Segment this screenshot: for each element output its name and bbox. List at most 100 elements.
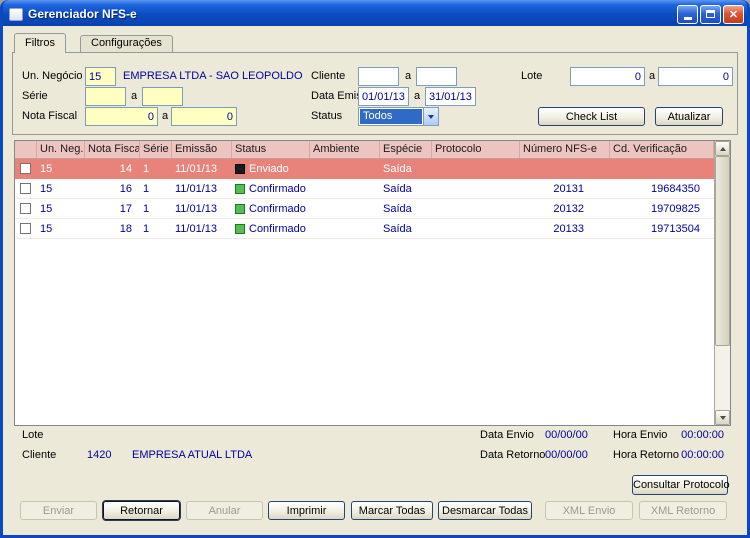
status-selected-value: Todos <box>360 109 422 124</box>
cell-nota-fiscal: 14 <box>119 162 132 175</box>
data-emissao-from-input[interactable] <box>358 87 409 106</box>
nota-fiscal-from-input[interactable] <box>85 107 158 126</box>
col-numero-nfse[interactable]: Número NFS-e <box>520 141 610 158</box>
scrollbar-thumb[interactable] <box>715 156 730 346</box>
data-retorno-label: Data Retorno <box>480 449 546 461</box>
tab-filtros[interactable]: Filtros <box>14 33 66 53</box>
vertical-scrollbar[interactable] <box>714 141 730 425</box>
scroll-up-button[interactable] <box>715 141 730 156</box>
minimize-icon <box>683 17 692 20</box>
table-row[interactable]: 15 18 1 11/01/13 Confirmado Saída 20133 … <box>15 219 714 239</box>
nota-fiscal-label: Nota Fiscal <box>22 110 78 122</box>
cell-especie: Saída <box>383 202 412 215</box>
cell-ambiente <box>310 179 380 198</box>
data-envio-label: Data Envio <box>480 429 534 441</box>
col-emissao[interactable]: Emissão <box>172 141 232 158</box>
lote-from-input[interactable] <box>570 67 645 86</box>
row-checkbox[interactable] <box>20 223 31 234</box>
check-list-button[interactable]: Check List <box>538 107 645 126</box>
range-separator: a <box>131 90 138 102</box>
serie-to-input[interactable] <box>142 87 183 106</box>
cliente-to-input[interactable] <box>416 67 457 86</box>
row-checkbox[interactable] <box>20 203 31 214</box>
col-cd-verificacao[interactable]: Cd. Verificação <box>610 141 714 158</box>
status-text: Confirmado <box>249 202 306 215</box>
hora-envio-value: 00:00:00 <box>681 429 724 441</box>
lote-detail-label: Lote <box>22 429 44 441</box>
row-checkbox[interactable] <box>20 163 31 174</box>
un-negocio-input[interactable] <box>85 67 116 86</box>
status-confirmado-icon <box>235 183 245 194</box>
table-row[interactable]: 15 16 1 11/01/13 Confirmado Saída 20131 … <box>15 179 714 199</box>
cell-checkbox <box>15 219 37 238</box>
cliente-name: EMPRESA ATUAL LTDA <box>132 449 253 461</box>
col-especie[interactable]: Espécie <box>380 141 432 158</box>
cell-protocolo <box>432 199 520 218</box>
data-retorno-value: 00/00/00 <box>545 449 588 461</box>
status-select[interactable]: Todos <box>358 107 439 126</box>
status-confirmado-icon <box>235 223 245 234</box>
lote-to-input[interactable] <box>658 67 733 86</box>
grid-empty-area <box>15 239 714 425</box>
table-row[interactable]: 15 14 1 11/01/13 Enviado Saída <box>15 159 714 179</box>
tab-configuracoes[interactable]: Configurações <box>80 35 173 52</box>
cliente-code: 1420 <box>87 449 112 461</box>
anular-button[interactable]: Anular <box>186 501 263 520</box>
un-negocio-label: Un. Negócio <box>22 70 83 82</box>
range-separator: a <box>405 70 412 82</box>
details-section: Lote Cliente 1420 EMPRESA ATUAL LTDA Dat… <box>12 428 740 472</box>
col-checkbox[interactable] <box>15 141 37 158</box>
titlebar: Gerenciador NFS-e ✕ <box>3 0 747 26</box>
cell-un-neg: 15 <box>40 202 53 215</box>
cell-especie: Saída <box>383 162 412 175</box>
cell-status: Enviado <box>232 159 310 178</box>
serie-from-input[interactable] <box>85 87 126 106</box>
table-row[interactable]: 15 17 1 11/01/13 Confirmado Saída 20132 … <box>15 199 714 219</box>
cell-serie: 1 <box>143 182 150 195</box>
arrow-down-icon <box>719 415 726 423</box>
col-status[interactable]: Status <box>232 141 310 158</box>
cell-checkbox <box>15 179 37 198</box>
desmarcar-todas-button[interactable]: Desmarcar Todas <box>438 501 532 520</box>
maximize-button[interactable] <box>700 4 721 24</box>
cell-nota-fiscal: 17 <box>119 202 132 215</box>
cell-protocolo <box>432 179 520 198</box>
minimize-button[interactable] <box>677 4 698 24</box>
col-ambiente[interactable]: Ambiente <box>310 141 380 158</box>
cell-numero-nfse: 20133 <box>553 222 584 235</box>
cell-cd-verificacao: 19684350 <box>651 182 700 195</box>
filter-panel: Un. Negócio EMPRESA LTDA - SAO LEOPOLDO … <box>12 52 738 135</box>
range-separator: a <box>414 90 421 102</box>
nota-fiscal-to-input[interactable] <box>171 107 237 126</box>
data-emissao-to-input[interactable] <box>425 87 476 106</box>
row-checkbox[interactable] <box>20 183 31 194</box>
atualizar-button[interactable]: Atualizar <box>655 107 723 126</box>
status-label: Status <box>311 110 343 122</box>
marcar-todas-button[interactable]: Marcar Todas <box>351 501 433 520</box>
cell-ambiente <box>310 219 380 238</box>
cell-emissao: 11/01/13 <box>175 162 218 175</box>
lote-label: Lote <box>521 70 543 82</box>
cell-serie: 1 <box>143 202 150 215</box>
consultar-protocolo-button[interactable]: Consultar Protocolo <box>632 475 730 495</box>
scroll-down-button[interactable] <box>715 410 730 425</box>
scrollbar-track[interactable] <box>715 346 730 410</box>
col-serie[interactable]: Série <box>140 141 172 158</box>
xml-envio-button[interactable]: XML Envio <box>545 501 633 520</box>
cliente-from-input[interactable] <box>358 67 399 86</box>
xml-retorno-button[interactable]: XML Retorno <box>639 501 727 520</box>
imprimir-button[interactable]: Imprimir <box>268 501 345 520</box>
col-un-neg[interactable]: Un. Neg. <box>37 141 85 158</box>
close-button[interactable]: ✕ <box>723 4 744 24</box>
status-text: Confirmado <box>249 222 306 235</box>
retornar-button[interactable]: Retornar <box>103 501 180 520</box>
enviar-button[interactable]: Enviar <box>20 501 97 520</box>
chevron-down-icon[interactable] <box>423 108 438 125</box>
col-protocolo[interactable]: Protocolo <box>432 141 520 158</box>
un-negocio-name: EMPRESA LTDA - SAO LEOPOLDO <box>123 70 303 82</box>
cell-cd-verificacao: 19709825 <box>651 202 700 215</box>
cell-checkbox <box>15 199 37 218</box>
cell-status: Confirmado <box>232 179 310 198</box>
col-nota-fiscal[interactable]: Nota Fiscal <box>85 141 140 158</box>
cell-nota-fiscal: 18 <box>119 222 132 235</box>
